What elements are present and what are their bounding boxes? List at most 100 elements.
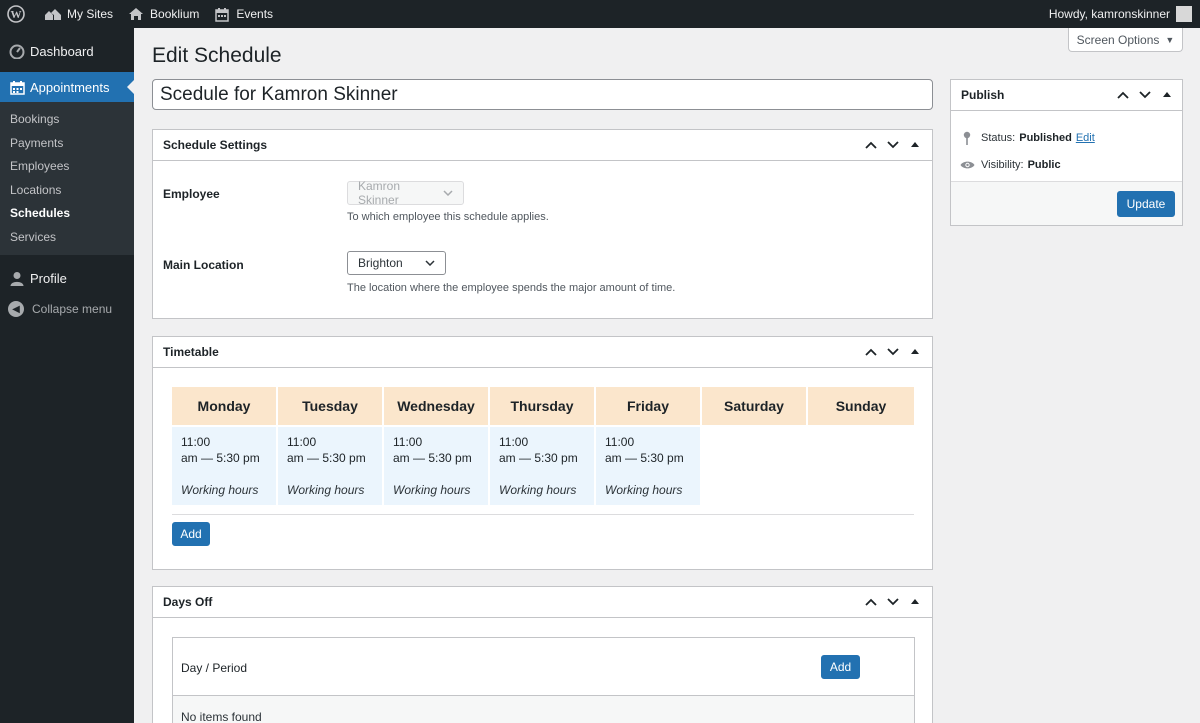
status-value: Published: [1019, 132, 1072, 144]
howdy-label: Howdy, kamronskinner: [1048, 7, 1170, 21]
day-header-saturday: Saturday: [702, 387, 806, 425]
collapse-arrow-icon: ◀: [8, 301, 24, 317]
page-title: Edit Schedule: [152, 44, 282, 67]
visibility-value: Public: [1027, 159, 1061, 171]
day-header-monday: Monday: [172, 387, 276, 425]
postbox-title: Schedule Settings: [163, 138, 268, 152]
my-sites-menu[interactable]: My Sites: [37, 0, 120, 28]
my-account-menu[interactable]: Howdy, kamronskinner: [1049, 6, 1200, 22]
toggle-panel-icon[interactable]: [904, 134, 926, 156]
sidebar-item-label: Appointments: [30, 79, 110, 95]
admin-bar: W My Sites Booklium Events Howdy, kamron…: [0, 0, 1200, 28]
submenu-item-schedules[interactable]: Schedules: [0, 202, 134, 226]
timetable-box: Timetable Monday Tuesday Wednesday Thurs…: [152, 336, 933, 570]
publish-visibility: Visibility: Public: [959, 159, 1061, 171]
site-name-menu[interactable]: Booklium: [120, 0, 206, 28]
sidebar-item-label: Profile: [30, 270, 67, 286]
appointments-submenu: Bookings Payments Employees Locations Sc…: [0, 102, 134, 255]
move-up-icon[interactable]: [860, 134, 882, 156]
move-down-icon[interactable]: [882, 591, 904, 613]
publish-actions: Update: [951, 181, 1182, 225]
timeslot-start: 11:00: [605, 435, 635, 449]
calendar-icon: [8, 78, 26, 96]
day-header-friday: Friday: [596, 387, 700, 425]
timeslot-tuesday[interactable]: 11:00 am — 5:30 pm Working hours: [278, 427, 382, 505]
timeslot-type: Working hours: [605, 483, 683, 497]
timeslot-start: 11:00: [287, 435, 317, 449]
timeslot-type: Working hours: [393, 483, 471, 497]
submenu-item-services[interactable]: Services: [0, 226, 134, 250]
screen-options-button[interactable]: Screen Options ▼: [1068, 28, 1183, 52]
timeslot-range: am — 5:30 pm: [287, 450, 366, 465]
post-title-input[interactable]: [152, 79, 933, 110]
timeslot-type: Working hours: [287, 483, 365, 497]
submenu-item-locations[interactable]: Locations: [0, 179, 134, 203]
sidebar-item-dashboard[interactable]: Dashboard: [0, 34, 134, 68]
timeslot-type: Working hours: [181, 483, 259, 497]
chevron-down-icon: [443, 190, 453, 196]
postbox-title: Publish: [961, 88, 1005, 102]
move-up-icon[interactable]: [860, 341, 882, 363]
dashboard-icon: [8, 42, 26, 60]
submenu-item-employees[interactable]: Employees: [0, 155, 134, 179]
sidebar-item-profile[interactable]: Profile: [0, 261, 134, 295]
events-menu[interactable]: Events: [206, 0, 280, 28]
day-header-thursday: Thursday: [490, 387, 594, 425]
admin-sidebar: Dashboard Appointments Bookings Payments…: [0, 28, 134, 723]
edit-status-link[interactable]: Edit: [1076, 132, 1095, 144]
sidebar-item-appointments[interactable]: Appointments: [0, 72, 134, 102]
timeslot-thursday[interactable]: 11:00 am — 5:30 pm Working hours: [490, 427, 594, 505]
publish-status: Status: Published Edit: [959, 131, 1095, 145]
move-up-icon[interactable]: [860, 591, 882, 613]
toggle-panel-icon[interactable]: [904, 591, 926, 613]
site-name-label: Booklium: [150, 7, 200, 21]
my-sites-label: My Sites: [67, 7, 114, 21]
publish-box: Publish Status: Published Edit Visibilit…: [950, 79, 1183, 226]
eye-icon: [959, 160, 975, 170]
toggle-panel-icon[interactable]: [1156, 84, 1178, 106]
postbox-header: Schedule Settings: [153, 130, 932, 161]
timeslot-start: 11:00: [499, 435, 529, 449]
timeslot-monday[interactable]: 11:00 am — 5:30 pm Working hours: [172, 427, 276, 505]
timeslot-range: am — 5:30 pm: [393, 450, 472, 465]
main-location-description: The location where the employee spends t…: [347, 282, 676, 294]
submenu-item-bookings[interactable]: Bookings: [0, 108, 134, 132]
move-down-icon[interactable]: [882, 134, 904, 156]
day-header-sunday: Sunday: [808, 387, 914, 425]
svg-text:W: W: [11, 9, 22, 21]
toggle-panel-icon[interactable]: [904, 341, 926, 363]
employee-label: Employee: [163, 187, 220, 201]
collapse-menu-button[interactable]: ◀ Collapse menu: [0, 295, 134, 323]
submenu-item-payments[interactable]: Payments: [0, 132, 134, 156]
move-down-icon[interactable]: [1134, 84, 1156, 106]
timeslot-wednesday[interactable]: 11:00 am — 5:30 pm Working hours: [384, 427, 488, 505]
postbox-header: Publish: [951, 80, 1182, 111]
timeslot-start: 11:00: [181, 435, 211, 449]
table-header: Day / Period Add: [173, 638, 914, 696]
calendar-icon: [213, 5, 231, 23]
days-off-box: Days Off Day / Period Add No items found: [152, 586, 933, 723]
main-location-select[interactable]: Brighton: [347, 251, 446, 275]
chevron-down-icon: [425, 260, 435, 266]
timeslot-range: am — 5:30 pm: [181, 450, 260, 465]
my-sites-icon: [44, 5, 62, 23]
sidebar-item-label: Dashboard: [30, 43, 94, 59]
postbox-header: Timetable: [153, 337, 932, 368]
table-body: No items found: [173, 696, 914, 723]
day-header-wednesday: Wednesday: [384, 387, 488, 425]
move-down-icon[interactable]: [882, 341, 904, 363]
update-button[interactable]: Update: [1117, 191, 1175, 217]
employee-description: To which employee this schedule applies.: [347, 211, 549, 223]
employee-select[interactable]: Kamron Skinner: [347, 179, 464, 207]
avatar: [1176, 6, 1192, 22]
screen-options-label: Screen Options: [1076, 32, 1160, 47]
wordpress-logo[interactable]: W: [0, 0, 37, 28]
days-off-add-button[interactable]: Add: [821, 655, 860, 679]
move-up-icon[interactable]: [1112, 84, 1134, 106]
timeslot-type: Working hours: [499, 483, 577, 497]
timeslot-friday[interactable]: 11:00 am — 5:30 pm Working hours: [596, 427, 700, 505]
timeslot-start: 11:00: [393, 435, 423, 449]
timetable-add-button[interactable]: Add: [172, 522, 210, 546]
postbox-title: Timetable: [163, 345, 219, 359]
main-location-select-value: Brighton: [358, 256, 403, 270]
